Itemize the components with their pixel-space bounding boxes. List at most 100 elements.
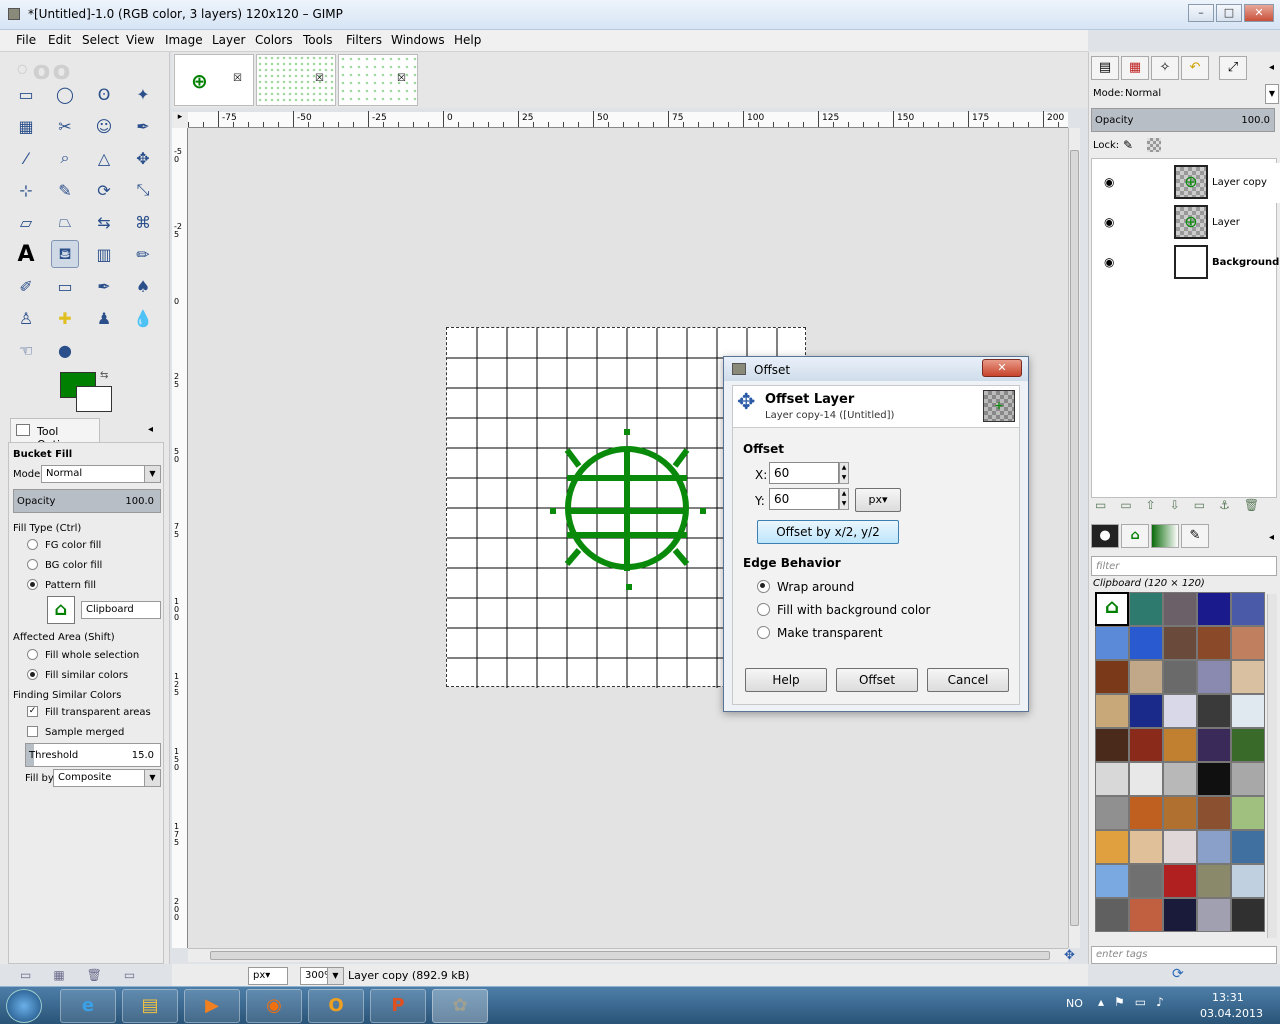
perspective-icon[interactable]: ⏢ (51, 208, 79, 236)
pattern-tags-input[interactable]: enter tags (1091, 946, 1277, 964)
move-icon[interactable]: ✥ (129, 144, 157, 172)
gimp-taskbar-icon[interactable]: ✿ (432, 989, 488, 1023)
patterns-tab-icon[interactable]: ⌂ (1121, 524, 1149, 548)
unit-select-button[interactable]: px▾ (855, 488, 901, 512)
layer-name[interactable]: Layer copy (1212, 177, 1267, 188)
chevron-down-icon[interactable]: ▼ (1265, 84, 1279, 104)
layer-row-layer[interactable]: ◉ ⊕ Layer (1096, 203, 1280, 243)
radio-fill-similar-colors[interactable] (27, 669, 38, 680)
radio-fill-background[interactable] (757, 603, 770, 616)
fill-by-select[interactable]: Composite ▼ (53, 769, 161, 787)
bucket-fill-icon[interactable]: ⛾ (51, 240, 79, 268)
pattern-swatch[interactable] (1163, 626, 1197, 660)
radio-fg-color-fill[interactable] (27, 539, 38, 550)
outlook-taskbar-icon[interactable]: O (308, 989, 364, 1023)
brushes-tab-icon[interactable]: ● (1091, 524, 1119, 548)
layer-actions-bar[interactable]: ▭▭⇧⇩▭⚓🗑 (1095, 498, 1275, 516)
pattern-swatch[interactable] (1163, 592, 1197, 626)
close-tab-icon[interactable]: ☒ (397, 73, 406, 84)
dock-menu-icon[interactable]: ◂ (1269, 532, 1274, 543)
pattern-swatch[interactable] (1231, 898, 1265, 932)
minimize-button[interactable]: – (1188, 4, 1214, 22)
tool-options-buttons[interactable]: ▭▦🗑▭ (20, 968, 160, 984)
menu-layer[interactable]: Layer (212, 33, 245, 47)
pattern-swatch[interactable] (1129, 796, 1163, 830)
pattern-swatch[interactable] (1095, 898, 1129, 932)
threshold-slider[interactable]: Threshold 15.0 (25, 743, 161, 767)
pattern-swatch[interactable] (1197, 626, 1231, 660)
free-select-icon[interactable]: ʘ (90, 80, 118, 108)
ie-taskbar-icon[interactable]: e (60, 989, 116, 1023)
close-tab-icon[interactable]: ☒ (315, 73, 324, 84)
menu-edit[interactable]: Edit (48, 33, 71, 47)
radio-wrap-around[interactable] (757, 580, 770, 593)
pattern-swatch[interactable] (1231, 694, 1265, 728)
pattern-swatch[interactable] (1095, 796, 1129, 830)
ellipse-select-icon[interactable]: ◯ (51, 80, 79, 108)
tray-icons[interactable]: ▴⚑▭♪ (1098, 995, 1174, 1009)
pattern-swatch[interactable] (1129, 660, 1163, 694)
pattern-swatch[interactable] (1231, 864, 1265, 898)
channels-tab-icon[interactable]: ▦ (1121, 56, 1149, 80)
dock-menu-icon[interactable]: ◂ (1269, 62, 1274, 73)
x-offset-input[interactable]: 60 (769, 462, 839, 484)
menu-filters[interactable]: Filters (346, 33, 382, 47)
foreground-select-icon[interactable]: ☺ (90, 112, 118, 140)
eye-icon[interactable]: ◉ (1104, 215, 1114, 229)
start-button[interactable] (6, 989, 42, 1023)
pattern-swatch[interactable] (1197, 660, 1231, 694)
unit-select[interactable]: px▾ (248, 967, 288, 985)
pattern-swatch[interactable] (1197, 592, 1231, 626)
patterns-scrollbar[interactable] (1267, 594, 1277, 938)
pattern-swatch[interactable] (1129, 898, 1163, 932)
pattern-swatch[interactable] (1095, 660, 1129, 694)
paintbrush-icon[interactable]: ✐ (12, 272, 40, 300)
flip-icon[interactable]: ⇆ (90, 208, 118, 236)
pattern-swatch[interactable] (1197, 898, 1231, 932)
gradients-tab-icon[interactable] (1151, 524, 1179, 548)
refresh-patterns-icon[interactable]: ⟳ (1172, 966, 1184, 982)
eraser-icon[interactable]: ▭ (51, 272, 79, 300)
heal-icon[interactable]: ✚ (51, 304, 79, 332)
lock-pixels-icon[interactable]: ✎ (1123, 138, 1133, 152)
tab-menu-icon[interactable]: ◂ (148, 424, 153, 435)
pattern-filter-input[interactable]: filter (1091, 556, 1277, 576)
pattern-swatch[interactable] (1197, 796, 1231, 830)
scissors-icon[interactable]: ✂ (51, 112, 79, 140)
offset-half-button[interactable]: Offset by x/2, y/2 (757, 520, 899, 544)
quick-mask-corner[interactable]: ▸ (172, 112, 188, 128)
close-tab-icon[interactable]: ☒ (233, 73, 242, 84)
pattern-swatch[interactable] (1095, 830, 1129, 864)
image-tab-3[interactable]: ☒ (338, 54, 418, 106)
fill-transparent-checkbox[interactable]: ✓ (27, 706, 38, 717)
cancel-button[interactable]: Cancel (927, 668, 1009, 692)
select-by-color-icon[interactable]: ▦ (12, 112, 40, 140)
zoom-icon[interactable]: ⌕ (51, 144, 79, 172)
menu-file[interactable]: File (16, 33, 36, 47)
blend-icon[interactable]: ▥ (90, 240, 118, 268)
menu-help[interactable]: Help (454, 33, 481, 47)
pattern-swatch[interactable] (1095, 864, 1129, 898)
pattern-swatch[interactable] (1197, 694, 1231, 728)
dodge-burn-icon[interactable]: ● (51, 336, 79, 364)
menu-windows[interactable]: Windows (391, 33, 445, 47)
pattern-swatch[interactable] (1197, 762, 1231, 796)
swap-colors-icon[interactable]: ⇆ (100, 370, 108, 381)
measure-icon[interactable]: △ (90, 144, 118, 172)
pattern-swatch[interactable] (1163, 830, 1197, 864)
layers-opacity-slider[interactable]: Opacity 100.0 (1091, 108, 1275, 132)
horizontal-scrollbar[interactable] (188, 948, 1068, 962)
radio-bg-color-fill[interactable] (27, 559, 38, 570)
vertical-scroll-thumb[interactable] (1070, 150, 1079, 926)
pattern-swatch[interactable] (1231, 796, 1265, 830)
pattern-swatch[interactable] (1163, 660, 1197, 694)
pattern-swatch[interactable] (1197, 864, 1231, 898)
blur-icon[interactable]: 💧 (129, 304, 157, 332)
undo-history-tab-icon[interactable]: ↶ (1181, 56, 1209, 80)
layer-name[interactable]: Background (1212, 257, 1279, 268)
pattern-swatch[interactable] (1095, 728, 1129, 762)
pattern-swatch[interactable] (1129, 592, 1163, 626)
pattern-swatch[interactable] (1163, 728, 1197, 762)
airbrush-icon[interactable]: ✒ (90, 272, 118, 300)
language-indicator[interactable]: NO (1066, 997, 1083, 1010)
